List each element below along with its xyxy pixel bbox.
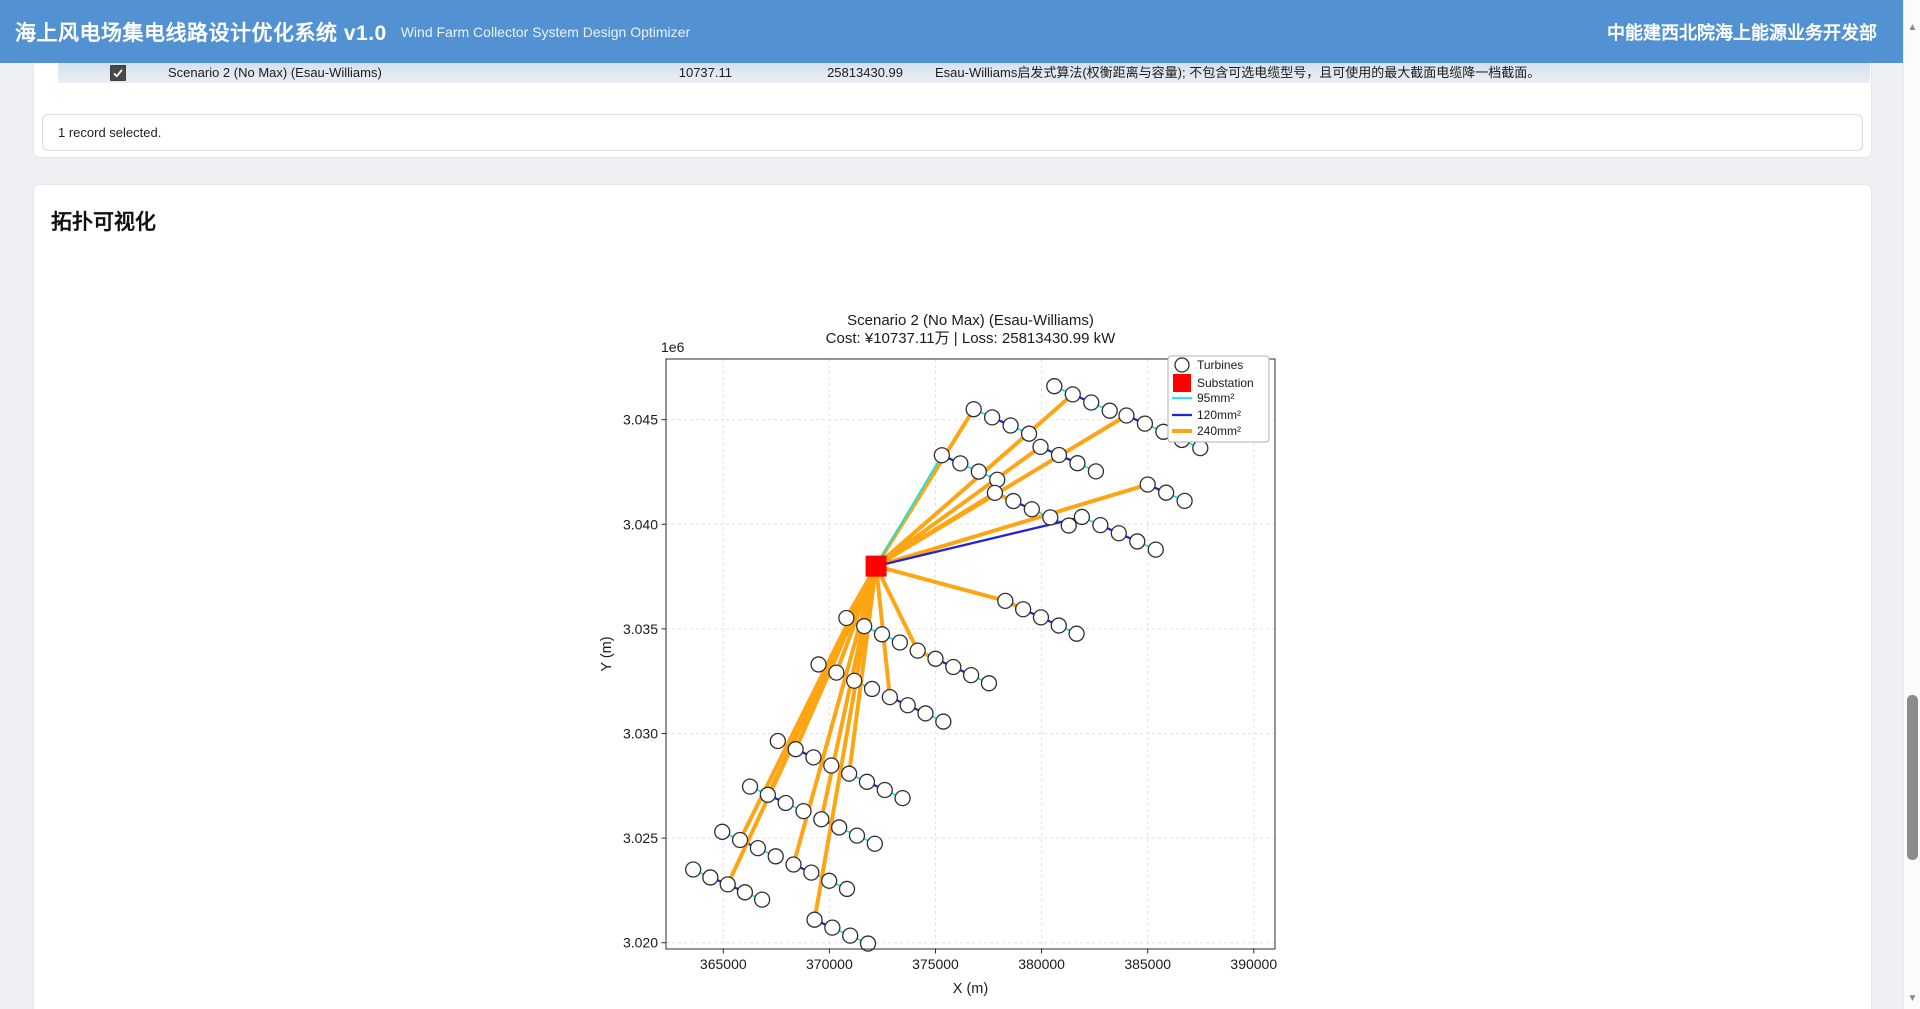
- svg-text:3.040: 3.040: [623, 516, 658, 532]
- row-checkbox[interactable]: [110, 65, 126, 81]
- scrollbar-thumb[interactable]: [1907, 695, 1918, 860]
- app-title: 海上风电场集电线路设计优化系统 v1.0: [15, 17, 387, 47]
- svg-text:3.025: 3.025: [623, 830, 658, 846]
- table-row[interactable]: Scenario 2 (No Max) (Esau-Williams) 1073…: [58, 63, 1870, 83]
- svg-text:Y (m): Y (m): [599, 636, 615, 671]
- topology-chart: 365000 370000 375000 380000 385000 390000 3.02…: [591, 301, 1291, 1001]
- app-subtitle: Wind Farm Collector System Design Optimi…: [401, 24, 690, 40]
- svg-text:120mm²: 120mm²: [1197, 408, 1241, 422]
- scrollbar[interactable]: ▲ ▼: [1903, 0, 1920, 1009]
- selection-status: 1 record selected.: [42, 114, 1863, 151]
- page: 海上风电场集电线路设计优化系统 v1.0 Wind Farm Collector…: [0, 0, 1920, 1009]
- svg-text:X (m): X (m): [953, 981, 988, 997]
- svg-text:1e6: 1e6: [661, 339, 685, 355]
- topology-card: 拓扑可视化 365000 370000 375000 380000 385000 3900…: [33, 184, 1872, 1009]
- scenario-note: Esau-Williams启发式算法(权衡距离与容量); 不包含可选电缆型号，且…: [935, 63, 1540, 83]
- svg-text:Cost: ¥10737.11万 | Loss: 25813: Cost: ¥10737.11万 | Loss: 25813430.99 kW: [826, 330, 1116, 347]
- scenario-name: Scenario 2 (No Max) (Esau-Williams): [168, 63, 382, 83]
- svg-text:365000: 365000: [700, 956, 747, 972]
- section-title: 拓扑可视化: [51, 206, 156, 236]
- svg-text:3.020: 3.020: [623, 935, 658, 951]
- org-name: 中能建西北院海上能源业务开发部: [1607, 19, 1877, 45]
- svg-text:240mm²: 240mm²: [1197, 424, 1241, 438]
- svg-text:375000: 375000: [912, 956, 959, 972]
- topology-figure: 365000 370000 375000 380000 385000 390000 3.02…: [591, 301, 1291, 1001]
- svg-text:Scenario 2 (No Max) (Esau-Will: Scenario 2 (No Max) (Esau-Williams): [847, 312, 1094, 329]
- svg-text:3.030: 3.030: [623, 726, 658, 742]
- svg-text:3.035: 3.035: [623, 621, 658, 637]
- svg-text:Substation: Substation: [1197, 376, 1254, 390]
- svg-text:385000: 385000: [1124, 956, 1171, 972]
- scenario-cost: 10737.11: [518, 63, 732, 83]
- svg-text:370000: 370000: [806, 956, 853, 972]
- results-card: Scenario 2 (No Max) (Esau-Williams) 1073…: [33, 63, 1872, 158]
- scroll-down-arrow[interactable]: ▼: [1904, 993, 1920, 1004]
- svg-text:3.045: 3.045: [623, 412, 658, 428]
- svg-text:390000: 390000: [1230, 956, 1277, 972]
- selection-status-text: 1 record selected.: [58, 125, 161, 140]
- scroll-up-arrow[interactable]: ▲: [1904, 22, 1920, 33]
- check-icon: [112, 67, 124, 79]
- svg-text:Turbines: Turbines: [1197, 358, 1243, 372]
- app-header: 海上风电场集电线路设计优化系统 v1.0 Wind Farm Collector…: [0, 0, 1903, 63]
- scenario-loss: 25813430.99: [732, 63, 903, 83]
- svg-text:380000: 380000: [1018, 956, 1065, 972]
- svg-text:95mm²: 95mm²: [1197, 391, 1234, 405]
